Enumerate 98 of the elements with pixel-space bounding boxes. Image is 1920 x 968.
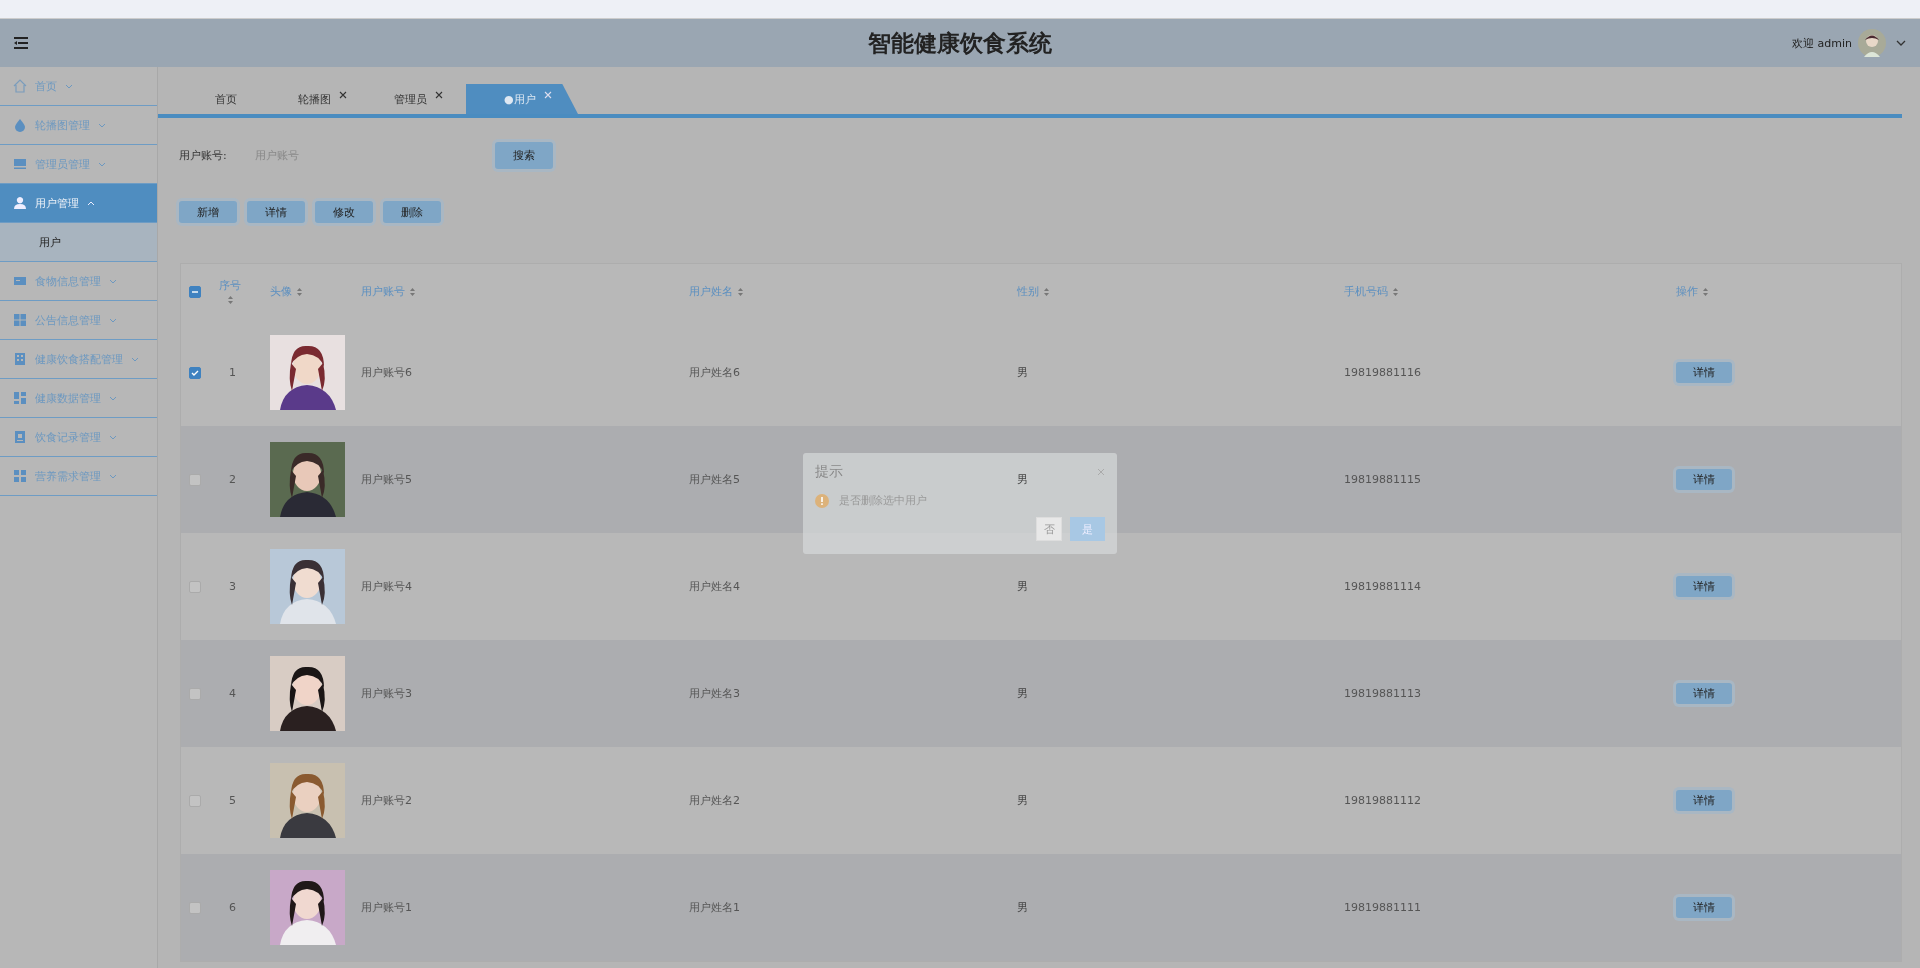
sort-icon[interactable]	[1043, 286, 1050, 297]
sort-icon[interactable]	[296, 286, 303, 297]
close-icon[interactable]	[434, 91, 443, 99]
caret-icon[interactable]	[1896, 40, 1906, 46]
sidebar-item[interactable]: 营养需求管理	[0, 457, 157, 496]
menu-item-icon	[13, 79, 27, 93]
table-cell: 19819881112	[1344, 794, 1421, 807]
action-button[interactable]: 新增	[179, 201, 237, 223]
sort-icon[interactable]	[1702, 286, 1709, 297]
table-cell: 用户姓名3	[689, 686, 740, 701]
sidebar-item[interactable]: 公告信息管理	[0, 301, 157, 340]
tab[interactable]: 轮播图	[274, 84, 370, 114]
close-icon[interactable]	[338, 91, 347, 99]
sort-icon[interactable]	[1392, 286, 1399, 297]
row-checkbox[interactable]	[189, 473, 201, 486]
menu-item-icon	[13, 274, 27, 288]
sidebar-item[interactable]: 健康数据管理	[0, 379, 157, 418]
table-cell: 2	[229, 473, 236, 486]
table-cell: 男	[1017, 472, 1028, 487]
user-avatar-icon[interactable]	[1858, 29, 1886, 57]
table-cell: 男	[1017, 365, 1028, 380]
sort-icon[interactable]	[737, 286, 744, 297]
table-cell: 男	[1017, 686, 1028, 701]
cancel-button[interactable]: 否	[1036, 517, 1062, 541]
table-cell: 19819881113	[1344, 687, 1421, 700]
sort-icon[interactable]	[226, 295, 234, 305]
menu-icon[interactable]	[14, 37, 28, 49]
table-cell: 用户账号2	[361, 793, 412, 808]
column-header[interactable]: 手机号码	[1344, 284, 1388, 299]
action-button[interactable]: 删除	[383, 201, 441, 223]
table-cell: 用户账号4	[361, 579, 412, 594]
sort-icon[interactable]	[409, 286, 416, 297]
tab[interactable]: ●用户	[466, 84, 578, 114]
table-cell: 19819881116	[1344, 366, 1421, 379]
app-title: 智能健康饮食系统	[868, 28, 1052, 58]
welcome-text: 欢迎 admin	[1792, 35, 1852, 51]
row-checkbox[interactable]	[189, 366, 201, 379]
table-cell: 5	[229, 794, 236, 807]
sidebar-item[interactable]: 首页	[0, 67, 157, 106]
details-button[interactable]: 详情	[1676, 683, 1732, 704]
details-button[interactable]: 详情	[1676, 469, 1732, 490]
details-button[interactable]: 详情	[1676, 362, 1732, 383]
column-header[interactable]: 序号	[219, 278, 241, 293]
menu-item-icon	[13, 196, 27, 210]
table-cell: 用户姓名2	[689, 793, 740, 808]
table-cell: 6	[229, 901, 236, 914]
row-checkbox[interactable]	[189, 794, 201, 807]
menu-item-icon	[13, 313, 27, 327]
menu-item-icon	[13, 391, 27, 405]
table-cell: 4	[229, 687, 236, 700]
column-header[interactable]: 性别	[1017, 284, 1039, 299]
column-header[interactable]: 操作	[1676, 284, 1698, 299]
warning-icon	[815, 493, 829, 508]
table-cell: 用户姓名6	[689, 365, 740, 380]
action-button[interactable]: 修改	[315, 201, 373, 223]
column-header[interactable]: 头像	[270, 284, 292, 299]
menu-item-icon	[13, 157, 27, 171]
table-cell: 用户账号3	[361, 686, 412, 701]
sidebar-item[interactable]: 健康饮食搭配管理	[0, 340, 157, 379]
sidebar-item[interactable]: 食物信息管理	[0, 262, 157, 301]
search-button[interactable]: 搜索	[495, 142, 553, 169]
sidebar-item[interactable]: 用户管理	[0, 184, 157, 223]
sidebar-item[interactable]: 饮食记录管理	[0, 418, 157, 457]
menu-item-icon	[13, 469, 27, 483]
table-cell: 3	[229, 580, 236, 593]
details-button[interactable]: 详情	[1676, 576, 1732, 597]
table-cell: 用户姓名4	[689, 579, 740, 594]
tab[interactable]: 首页	[178, 84, 274, 114]
table-cell: 用户姓名5	[689, 472, 740, 487]
row-checkbox[interactable]	[189, 687, 201, 700]
details-button[interactable]: 详情	[1676, 897, 1732, 918]
menu-item-icon	[13, 352, 27, 366]
table-cell: 19819881114	[1344, 580, 1421, 593]
column-header[interactable]: 用户姓名	[689, 284, 733, 299]
table-cell: 男	[1017, 900, 1028, 915]
details-button[interactable]: 详情	[1676, 790, 1732, 811]
sidebar-subitem[interactable]: 用户	[0, 223, 157, 262]
table-cell: 用户账号5	[361, 472, 412, 487]
column-header[interactable]: 用户账号	[361, 284, 405, 299]
search-label: 用户账号:	[179, 148, 228, 163]
confirm-button[interactable]: 是	[1070, 517, 1105, 541]
row-checkbox[interactable]	[189, 580, 201, 593]
action-button[interactable]: 详情	[247, 201, 305, 223]
sidebar-item[interactable]: 轮播图管理	[0, 106, 157, 145]
table-cell: 19819881111	[1344, 901, 1421, 914]
row-checkbox[interactable]	[189, 901, 201, 914]
menu-item-icon	[13, 118, 27, 132]
menu-item-icon	[13, 430, 27, 444]
table-cell: 用户姓名1	[689, 900, 740, 915]
dialog-title: 提示	[815, 463, 843, 481]
select-all-checkbox[interactable]	[189, 285, 201, 298]
table-cell: 男	[1017, 793, 1028, 808]
table-cell: 用户账号6	[361, 365, 412, 380]
table-cell: 1	[229, 366, 236, 379]
tab[interactable]: 管理员	[370, 84, 466, 114]
table-cell: 19819881115	[1344, 473, 1421, 486]
table-cell: 用户账号1	[361, 900, 412, 915]
table-cell: 男	[1017, 579, 1028, 594]
